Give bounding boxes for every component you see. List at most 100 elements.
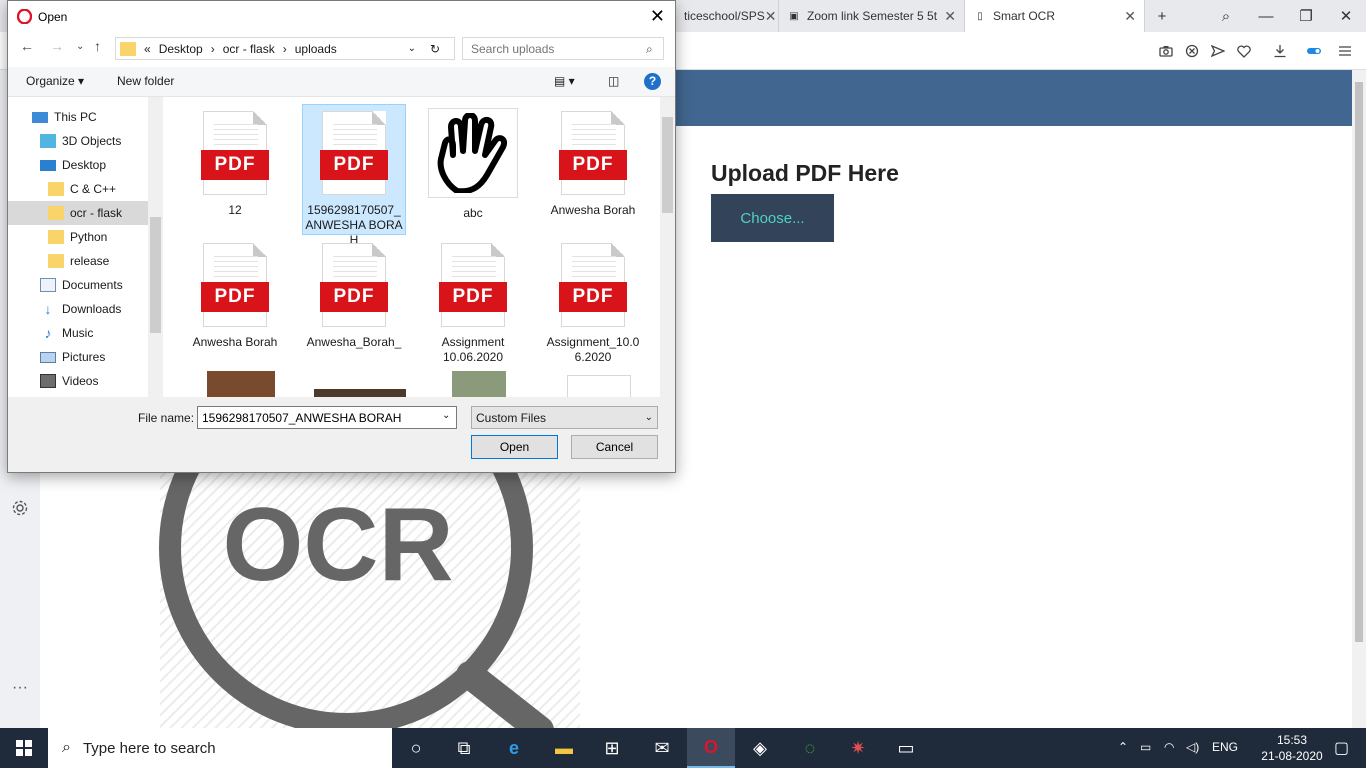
start-button[interactable] <box>0 728 48 768</box>
breadcrumb-separator[interactable]: › <box>283 42 287 56</box>
search-input[interactable] <box>462 37 664 60</box>
breadcrumb-separator[interactable]: › <box>211 42 215 56</box>
app-icon[interactable]: ◈ <box>736 728 784 768</box>
loading-app-icon[interactable]: ◌ <box>786 728 834 768</box>
dialog-navigation-row: ← → ⌄ ↑ « Desktop › ocr - flask › upload… <box>8 34 675 62</box>
chevron-down-icon[interactable]: ⌄ <box>442 410 450 421</box>
file-item[interactable]: PDF Anwesha_Borah_ <box>302 237 406 350</box>
preview-pane-icon[interactable]: ◫ <box>608 74 619 88</box>
pdf-file-icon: PDF <box>320 243 388 327</box>
adblock-icon[interactable] <box>1183 42 1201 60</box>
terminal-icon[interactable]: ▭ <box>882 728 930 768</box>
store-icon[interactable]: ⊞ <box>588 728 636 768</box>
file-name-input[interactable] <box>197 406 457 429</box>
opera-icon[interactable]: O <box>687 728 735 768</box>
nav-item-this-pc[interactable]: This PC <box>8 105 148 129</box>
battery-icon[interactable]: ▭ <box>1140 740 1151 754</box>
download-icon[interactable] <box>1271 42 1289 60</box>
edge-icon[interactable]: e <box>490 728 538 768</box>
send-icon[interactable] <box>1209 42 1227 60</box>
file-item[interactable]: PDF 12 <box>183 105 287 218</box>
tab-zoom-link[interactable]: ▣ Zoom link Semester 5 5t ✕ <box>779 0 965 32</box>
search-tabs-icon[interactable]: ⌕ <box>1206 0 1246 32</box>
volume-icon[interactable]: ◁) <box>1186 740 1199 754</box>
breadcrumb-desktop[interactable]: Desktop <box>159 42 203 56</box>
refresh-icon[interactable]: ↻ <box>430 42 440 56</box>
dialog-title: Open <box>38 9 68 24</box>
image-thumbnail[interactable] <box>452 371 506 397</box>
file-explorer-icon[interactable]: ▬ <box>540 728 588 768</box>
close-icon[interactable]: ✕ <box>944 8 956 25</box>
back-arrow-icon[interactable]: ← <box>20 38 34 54</box>
choose-file-button[interactable]: Choose... <box>711 194 834 242</box>
file-item[interactable]: PDF Anwesha Borah <box>541 105 645 218</box>
nav-item-pictures[interactable]: Pictures <box>8 345 148 369</box>
new-folder-button[interactable]: New folder <box>117 74 174 88</box>
nav-item-music[interactable]: ♪ Music <box>8 321 148 345</box>
up-arrow-icon[interactable]: ↑ <box>94 38 101 54</box>
nav-item-label: Videos <box>62 374 99 388</box>
cancel-button[interactable]: Cancel <box>571 435 658 459</box>
close-window-button[interactable]: ✕ <box>1326 0 1366 32</box>
nav-item-c-cpp[interactable]: C & C++ <box>8 177 148 201</box>
dialog-toolbar: Organize ▾ New folder ▤ ▾ ◫ ? <box>8 67 675 97</box>
breadcrumb-uploads[interactable]: uploads <box>295 42 337 56</box>
minimize-button[interactable]: — <box>1246 0 1286 32</box>
language-indicator[interactable]: ENG <box>1212 740 1238 754</box>
file-list-scrollbar[interactable] <box>660 97 675 397</box>
nav-item-downloads[interactable]: ↓ Downloads <box>8 297 148 321</box>
organize-button[interactable]: Organize ▾ <box>26 74 84 88</box>
help-icon[interactable]: ? <box>644 73 661 90</box>
more-options-icon[interactable]: ··· <box>10 678 30 698</box>
nav-item-videos[interactable]: Videos <box>8 369 148 393</box>
dialog-close-button[interactable]: ✕ <box>650 6 665 27</box>
heart-icon[interactable] <box>1235 42 1253 60</box>
nav-item-3d-objects[interactable]: 3D Objects <box>8 129 148 153</box>
pdf-file-icon[interactable] <box>567 375 631 397</box>
file-item-selected[interactable]: PDF 1596298170507_ANWESHA BORAH <box>302 104 406 247</box>
task-view-icon[interactable]: ⧉ <box>440 728 488 768</box>
close-icon[interactable]: ✕ <box>1124 8 1136 25</box>
nav-item-ocr-flask[interactable]: ocr - flask <box>8 201 148 225</box>
documents-icon <box>40 278 56 292</box>
notifications-icon[interactable]: ▢ <box>1334 738 1349 758</box>
open-button[interactable]: Open <box>471 435 558 459</box>
new-tab-button[interactable]: + <box>1142 0 1182 32</box>
file-item[interactable]: PDF Assignment 10.06.2020 <box>421 237 525 365</box>
breadcrumb-ocr-flask[interactable]: ocr - flask <box>223 42 275 56</box>
view-options-icon[interactable]: ▤ ▾ <box>554 74 575 88</box>
menu-icon[interactable] <box>1336 42 1354 60</box>
file-type-select[interactable]: Custom Files ⌄ <box>471 406 658 429</box>
camera-icon[interactable] <box>1157 42 1175 60</box>
page-scrollbar[interactable] <box>1352 70 1366 728</box>
file-item[interactable]: PDF Assignment_10.06.2020 <box>541 237 645 365</box>
nav-item-desktop[interactable]: Desktop <box>8 153 148 177</box>
recent-locations-icon[interactable]: ⌄ <box>76 41 84 52</box>
clock-time[interactable]: 15:53 <box>1262 733 1322 747</box>
clock-date[interactable]: 21-08-2020 <box>1256 749 1328 763</box>
settings-icon[interactable] <box>10 498 30 518</box>
nav-item-documents[interactable]: Documents <box>8 273 148 297</box>
nav-item-label: C & C++ <box>70 182 117 196</box>
nav-pane-scrollbar[interactable] <box>148 97 163 397</box>
tab-smart-ocr[interactable]: ▯ Smart OCR ✕ <box>965 0 1145 32</box>
cortana-icon[interactable]: ○ <box>392 728 440 768</box>
wifi-icon[interactable]: ◠ <box>1164 740 1174 754</box>
chevron-up-icon[interactable]: ⌃ <box>1118 740 1128 754</box>
maximize-button[interactable]: ❐ <box>1286 0 1326 32</box>
file-item[interactable]: PDF Anwesha Borah <box>183 237 287 350</box>
taskbar-search-box[interactable]: ⌕ Type here to search <box>48 728 392 768</box>
spider-app-icon[interactable]: ✷ <box>834 728 882 768</box>
image-thumbnail[interactable] <box>207 371 275 397</box>
chevron-down-icon[interactable]: ⌄ <box>408 43 416 54</box>
battery-saver-icon[interactable] <box>1305 42 1323 60</box>
file-item[interactable]: abc <box>421 105 525 221</box>
close-icon[interactable]: ✕ <box>765 8 777 25</box>
breadcrumb[interactable]: « Desktop › ocr - flask › uploads ⌄ ↻ <box>115 37 455 60</box>
nav-item-python[interactable]: Python <box>8 225 148 249</box>
tab-ticeschool[interactable]: ticeschool/SPS ✕ <box>676 0 779 32</box>
forward-arrow-icon[interactable]: → <box>50 38 64 54</box>
nav-item-release[interactable]: release <box>8 249 148 273</box>
mail-icon[interactable]: ✉ <box>638 728 686 768</box>
image-thumbnail[interactable] <box>314 389 406 397</box>
